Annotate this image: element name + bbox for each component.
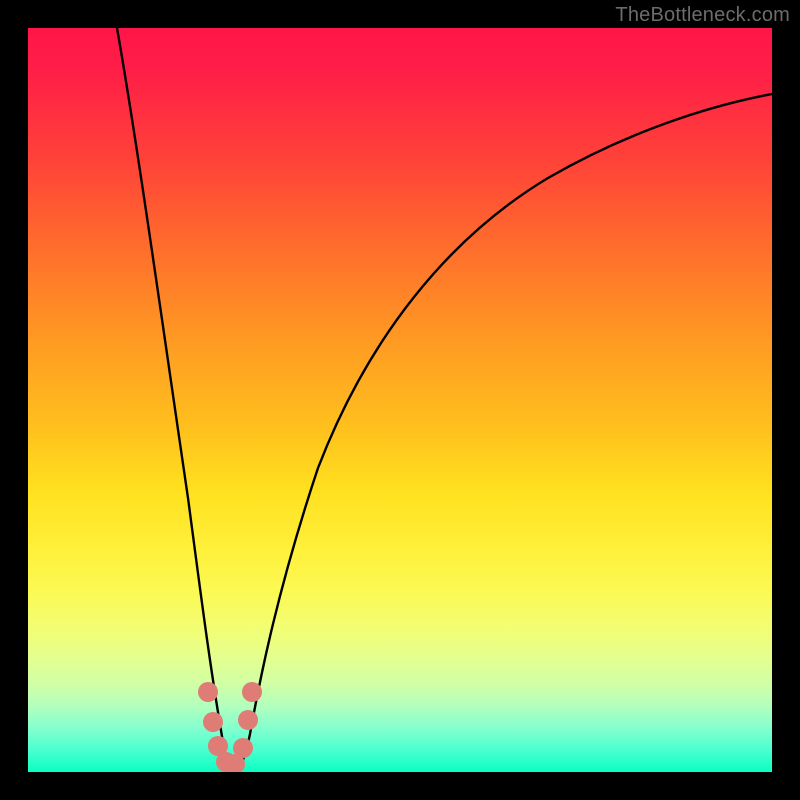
highlight-markers bbox=[198, 682, 262, 772]
watermark-text: TheBottleneck.com bbox=[615, 4, 790, 27]
bottleneck-curve bbox=[117, 28, 772, 772]
chart-frame: TheBottleneck.com bbox=[0, 0, 800, 800]
plot-area bbox=[28, 28, 772, 772]
curves-layer bbox=[28, 28, 772, 772]
